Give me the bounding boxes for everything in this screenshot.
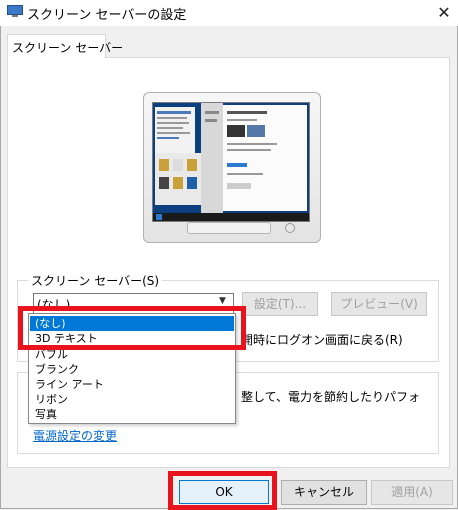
window-title: スクリーン セーバーの設定 xyxy=(27,8,187,23)
preview-screen xyxy=(152,102,310,222)
chevron-down-icon[interactable]: ▼ xyxy=(219,296,226,306)
tab-label: スクリーン セーバー xyxy=(12,41,124,55)
power-description: 整して、電力を節約したりパフォ xyxy=(241,390,421,404)
monitor-slot xyxy=(187,222,271,234)
apply-button[interactable]: 適用(A) xyxy=(371,480,453,505)
preview-button[interactable]: プレビュー(V) xyxy=(331,292,427,316)
monitor-power-icon xyxy=(285,223,295,233)
settings-button[interactable]: 設定(T)... xyxy=(242,292,318,316)
highlight-box-ok xyxy=(168,471,277,510)
power-settings-link[interactable]: 電源設定の変更 xyxy=(33,427,117,444)
highlight-box-dropdown xyxy=(18,306,246,350)
dropdown-option-line-art[interactable]: ライン アート xyxy=(30,377,234,392)
desktop-thumbnail-icon xyxy=(153,103,309,221)
screensaver-group-label: スクリーン セーバー(S) xyxy=(28,272,163,289)
monitor-icon xyxy=(7,5,23,18)
dropdown-option-blank[interactable]: ブランク xyxy=(30,362,234,377)
resume-logon-label[interactable]: 開時にログオン画面に戻る(R) xyxy=(241,331,403,348)
dropdown-option-ribbon[interactable]: リボン xyxy=(30,392,234,407)
cancel-button[interactable]: キャンセル xyxy=(281,480,367,505)
dropdown-option-photos[interactable]: 写真 xyxy=(30,407,234,422)
close-button[interactable]: ✕ xyxy=(430,0,458,26)
